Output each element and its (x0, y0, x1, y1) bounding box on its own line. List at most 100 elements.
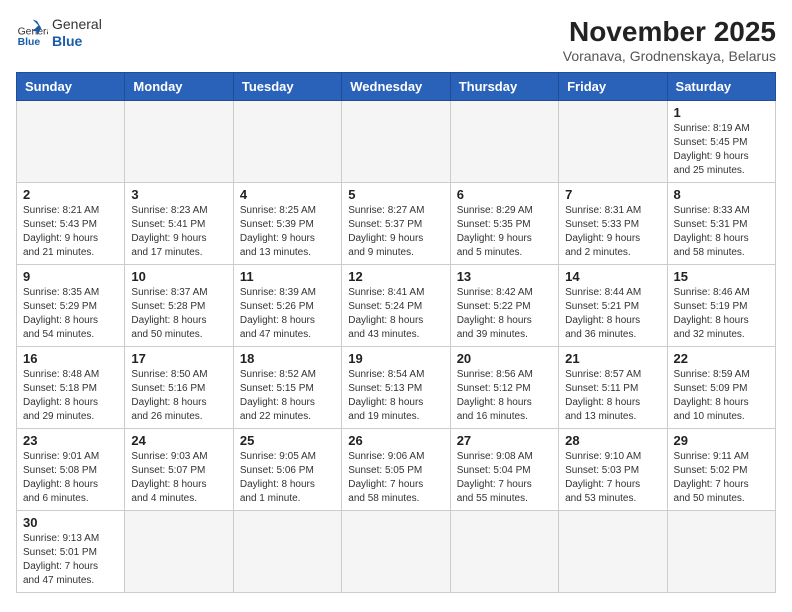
day-info: Sunrise: 9:05 AM Sunset: 5:06 PM Dayligh… (240, 450, 335, 506)
calendar-day-cell: 22 Sunrise: 8:59 AM Sunset: 5:09 PM Dayli… (667, 347, 775, 429)
day-number: 22 (674, 351, 769, 366)
day-info: Sunrise: 9:06 AM Sunset: 5:05 PM Dayligh… (348, 450, 443, 506)
day-number: 2 (23, 187, 118, 202)
calendar-day-cell: 2 Sunrise: 8:21 AM Sunset: 5:43 PM Daylig… (17, 183, 125, 265)
calendar-day-cell (342, 511, 450, 593)
day-number: 29 (674, 433, 769, 448)
weekday-header: Tuesday (233, 73, 341, 101)
calendar-day-cell: 16Sunrise: 8:48 AM Sunset: 5:18 PM Dayli… (17, 347, 125, 429)
day-info: Sunrise: 8:54 AM Sunset: 5:13 PM Dayligh… (348, 368, 443, 424)
calendar-day-cell: 15 Sunrise: 8:46 AM Sunset: 5:19 PM Dayli… (667, 265, 775, 347)
day-info: Sunrise: 8:35 AM Sunset: 5:29 PM Dayligh… (23, 286, 118, 342)
logo-text: General Blue (52, 16, 102, 50)
day-number: 4 (240, 187, 335, 202)
calendar-day-cell (233, 101, 341, 183)
day-info: Sunrise: 9:03 AM Sunset: 5:07 PM Dayligh… (131, 450, 226, 506)
day-number: 26 (348, 433, 443, 448)
day-info: Sunrise: 8:33 AM Sunset: 5:31 PM Dayligh… (674, 204, 769, 260)
calendar-day-cell (667, 511, 775, 593)
day-info: Sunrise: 8:41 AM Sunset: 5:24 PM Dayligh… (348, 286, 443, 342)
weekday-header: Friday (559, 73, 667, 101)
calendar-week-row: 9 Sunrise: 8:35 AM Sunset: 5:29 PM Daylig… (17, 265, 776, 347)
day-info: Sunrise: 8:23 AM Sunset: 5:41 PM Dayligh… (131, 204, 226, 260)
calendar-day-cell: 5Sunrise: 8:27 AM Sunset: 5:37 PM Daylig… (342, 183, 450, 265)
day-info: Sunrise: 9:13 AM Sunset: 5:01 PM Dayligh… (23, 532, 118, 588)
calendar-day-cell (233, 511, 341, 593)
calendar-day-cell: 11Sunrise: 8:39 AM Sunset: 5:26 PM Dayli… (233, 265, 341, 347)
day-number: 14 (565, 269, 660, 284)
calendar-day-cell (450, 511, 558, 593)
day-number: 21 (565, 351, 660, 366)
day-number: 17 (131, 351, 226, 366)
calendar-day-cell: 24 Sunrise: 9:03 AM Sunset: 5:07 PM Dayli… (125, 429, 233, 511)
location-subtitle: Voranava, Grodnenskaya, Belarus (563, 48, 776, 64)
svg-text:Blue: Blue (18, 37, 41, 48)
calendar-day-cell: 10Sunrise: 8:37 AM Sunset: 5:28 PM Dayli… (125, 265, 233, 347)
calendar-day-cell: 26 Sunrise: 9:06 AM Sunset: 5:05 PM Dayli… (342, 429, 450, 511)
calendar-day-cell: 14 Sunrise: 8:44 AM Sunset: 5:21 PM Dayli… (559, 265, 667, 347)
weekday-header: Sunday (17, 73, 125, 101)
day-number: 23 (23, 433, 118, 448)
day-info: Sunrise: 8:44 AM Sunset: 5:21 PM Dayligh… (565, 286, 660, 342)
calendar-day-cell: 3 Sunrise: 8:23 AM Sunset: 5:41 PM Daylig… (125, 183, 233, 265)
day-info: Sunrise: 8:21 AM Sunset: 5:43 PM Dayligh… (23, 204, 118, 260)
calendar-day-cell: 27 Sunrise: 9:08 AM Sunset: 5:04 PM Dayli… (450, 429, 558, 511)
calendar-day-cell: 29 Sunrise: 9:11 AM Sunset: 5:02 PM Dayli… (667, 429, 775, 511)
calendar-day-cell (450, 101, 558, 183)
day-info: Sunrise: 9:01 AM Sunset: 5:08 PM Dayligh… (23, 450, 118, 506)
day-number: 9 (23, 269, 118, 284)
day-number: 7 (565, 187, 660, 202)
day-info: Sunrise: 8:37 AM Sunset: 5:28 PM Dayligh… (131, 286, 226, 342)
day-number: 19 (348, 351, 443, 366)
calendar-week-row: 1 Sunrise: 8:19 AM Sunset: 5:45 PM Daylig… (17, 101, 776, 183)
day-number: 20 (457, 351, 552, 366)
logo-icon: General Blue (16, 17, 48, 49)
day-number: 1 (674, 105, 769, 120)
day-number: 27 (457, 433, 552, 448)
calendar-day-cell (559, 101, 667, 183)
calendar-day-cell (125, 511, 233, 593)
calendar-day-cell: 20 Sunrise: 8:56 AM Sunset: 5:12 PM Dayli… (450, 347, 558, 429)
day-info: Sunrise: 8:46 AM Sunset: 5:19 PM Dayligh… (674, 286, 769, 342)
day-number: 15 (674, 269, 769, 284)
day-info: Sunrise: 8:57 AM Sunset: 5:11 PM Dayligh… (565, 368, 660, 424)
calendar-day-cell (342, 101, 450, 183)
title-section: November 2025 Voranava, Grodnenskaya, Be… (563, 16, 776, 64)
weekday-header: Thursday (450, 73, 558, 101)
weekday-header: Monday (125, 73, 233, 101)
calendar-week-row: 23 Sunrise: 9:01 AM Sunset: 5:08 PM Dayli… (17, 429, 776, 511)
calendar-day-cell: 6Sunrise: 8:29 AM Sunset: 5:35 PM Daylig… (450, 183, 558, 265)
day-info: Sunrise: 8:42 AM Sunset: 5:22 PM Dayligh… (457, 286, 552, 342)
day-number: 5 (348, 187, 443, 202)
day-number: 3 (131, 187, 226, 202)
page-header: General Blue General Blue November 2025 … (16, 16, 776, 64)
day-number: 18 (240, 351, 335, 366)
calendar-day-cell (17, 101, 125, 183)
day-info: Sunrise: 8:59 AM Sunset: 5:09 PM Dayligh… (674, 368, 769, 424)
day-info: Sunrise: 8:31 AM Sunset: 5:33 PM Dayligh… (565, 204, 660, 260)
weekday-header: Wednesday (342, 73, 450, 101)
day-number: 6 (457, 187, 552, 202)
calendar-day-cell (125, 101, 233, 183)
calendar-day-cell: 18Sunrise: 8:52 AM Sunset: 5:15 PM Dayli… (233, 347, 341, 429)
calendar-day-cell: 4Sunrise: 8:25 AM Sunset: 5:39 PM Daylig… (233, 183, 341, 265)
day-info: Sunrise: 8:56 AM Sunset: 5:12 PM Dayligh… (457, 368, 552, 424)
calendar-day-cell: 30Sunrise: 9:13 AM Sunset: 5:01 PM Dayli… (17, 511, 125, 593)
calendar-table: SundayMondayTuesdayWednesdayThursdayFrid… (16, 72, 776, 593)
calendar-day-cell: 1 Sunrise: 8:19 AM Sunset: 5:45 PM Daylig… (667, 101, 775, 183)
calendar-day-cell (559, 511, 667, 593)
day-number: 24 (131, 433, 226, 448)
day-number: 13 (457, 269, 552, 284)
day-info: Sunrise: 9:11 AM Sunset: 5:02 PM Dayligh… (674, 450, 769, 506)
logo: General Blue General Blue (16, 16, 102, 50)
day-info: Sunrise: 8:19 AM Sunset: 5:45 PM Dayligh… (674, 122, 769, 178)
day-number: 11 (240, 269, 335, 284)
day-number: 8 (674, 187, 769, 202)
calendar-day-cell: 7 Sunrise: 8:31 AM Sunset: 5:33 PM Daylig… (559, 183, 667, 265)
calendar-day-cell: 8 Sunrise: 8:33 AM Sunset: 5:31 PM Daylig… (667, 183, 775, 265)
day-number: 28 (565, 433, 660, 448)
day-number: 12 (348, 269, 443, 284)
calendar-week-row: 2 Sunrise: 8:21 AM Sunset: 5:43 PM Daylig… (17, 183, 776, 265)
calendar-day-cell: 28Sunrise: 9:10 AM Sunset: 5:03 PM Dayli… (559, 429, 667, 511)
day-info: Sunrise: 9:08 AM Sunset: 5:04 PM Dayligh… (457, 450, 552, 506)
